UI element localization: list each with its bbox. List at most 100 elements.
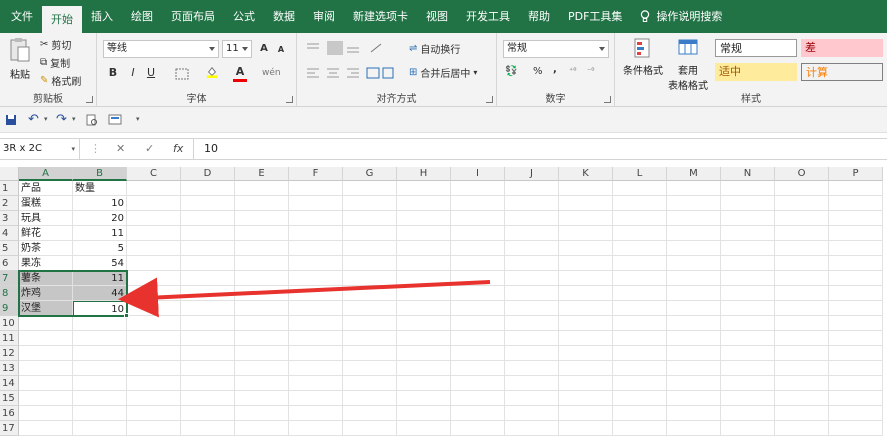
column-header-m[interactable]: M [667, 167, 721, 181]
cell-h13[interactable] [397, 361, 451, 376]
cell-d1[interactable] [181, 181, 235, 196]
cell-o11[interactable] [775, 331, 829, 346]
cell-l12[interactable] [613, 346, 667, 361]
cell-l11[interactable] [613, 331, 667, 346]
conditional-format-button[interactable]: 条件格式 [621, 37, 665, 77]
cell-e10[interactable] [235, 316, 289, 331]
cell-b7[interactable]: 11 [73, 271, 127, 286]
cell-p11[interactable] [829, 331, 883, 346]
row-header-9[interactable]: 9 [0, 301, 19, 316]
cell-g2[interactable] [343, 196, 397, 211]
percent-button[interactable]: % [533, 66, 543, 77]
cell-a17[interactable] [19, 421, 73, 436]
cell-k5[interactable] [559, 241, 613, 256]
row-header-17[interactable]: 17 [0, 421, 19, 436]
cell-i10[interactable] [451, 316, 505, 331]
cell-d15[interactable] [181, 391, 235, 406]
tab-view[interactable]: 视图 [417, 0, 457, 33]
cell-i6[interactable] [451, 256, 505, 271]
tab-formulas[interactable]: 公式 [224, 0, 264, 33]
border-icon[interactable] [175, 68, 189, 80]
cell-g7[interactable] [343, 271, 397, 286]
cell-e7[interactable] [235, 271, 289, 286]
cell-g11[interactable] [343, 331, 397, 346]
cell-k14[interactable] [559, 376, 613, 391]
row-header-10[interactable]: 10 [0, 316, 19, 331]
cell-k7[interactable] [559, 271, 613, 286]
tab-file[interactable]: 文件 [2, 0, 42, 33]
cell-n1[interactable] [721, 181, 775, 196]
cell-f16[interactable] [289, 406, 343, 421]
horizontal-align-icons[interactable] [305, 67, 395, 79]
cell-e4[interactable] [235, 226, 289, 241]
cell-j2[interactable] [505, 196, 559, 211]
cell-j4[interactable] [505, 226, 559, 241]
paste-button[interactable]: 粘贴 [6, 37, 34, 83]
font-color-button[interactable]: A [232, 64, 248, 82]
cell-a9[interactable]: 汉堡 [19, 301, 73, 316]
style-bad[interactable]: 差 [801, 39, 883, 57]
cell-h5[interactable] [397, 241, 451, 256]
undo-icon[interactable]: ↶ [28, 112, 39, 127]
cell-l14[interactable] [613, 376, 667, 391]
cell-g6[interactable] [343, 256, 397, 271]
cell-o8[interactable] [775, 286, 829, 301]
cell-o13[interactable] [775, 361, 829, 376]
cell-j10[interactable] [505, 316, 559, 331]
cell-b3[interactable]: 20 [73, 211, 127, 226]
cell-c12[interactable] [127, 346, 181, 361]
tab-data[interactable]: 数据 [264, 0, 304, 33]
cell-m16[interactable] [667, 406, 721, 421]
cell-p10[interactable] [829, 316, 883, 331]
cancel-icon[interactable]: ✕ [116, 139, 125, 159]
font-launcher-icon[interactable] [286, 96, 293, 103]
cell-j8[interactable] [505, 286, 559, 301]
cell-d2[interactable] [181, 196, 235, 211]
cell-j17[interactable] [505, 421, 559, 436]
cell-j12[interactable] [505, 346, 559, 361]
cell-l13[interactable] [613, 361, 667, 376]
cell-o9[interactable] [775, 301, 829, 316]
column-header-f[interactable]: F [289, 167, 343, 181]
tab-new[interactable]: 新建选项卡 [344, 0, 417, 33]
cell-f3[interactable] [289, 211, 343, 226]
cell-g15[interactable] [343, 391, 397, 406]
cell-m11[interactable] [667, 331, 721, 346]
cell-f9[interactable] [289, 301, 343, 316]
cell-d13[interactable] [181, 361, 235, 376]
cell-c9[interactable] [127, 301, 181, 316]
cell-k12[interactable] [559, 346, 613, 361]
cell-f4[interactable] [289, 226, 343, 241]
tab-home[interactable]: 开始 [42, 6, 82, 33]
wrap-text-button[interactable]: ⇌ 自动换行 [409, 41, 460, 56]
vertical-align-icons[interactable] [305, 41, 385, 55]
cell-k4[interactable] [559, 226, 613, 241]
column-header-g[interactable]: G [343, 167, 397, 181]
tab-insert[interactable]: 插入 [82, 0, 122, 33]
cell-o15[interactable] [775, 391, 829, 406]
cell-e14[interactable] [235, 376, 289, 391]
cell-i8[interactable] [451, 286, 505, 301]
cell-o3[interactable] [775, 211, 829, 226]
cell-f7[interactable] [289, 271, 343, 286]
style-normal[interactable]: 常规 [715, 39, 797, 57]
select-all-corner[interactable] [0, 167, 19, 181]
cell-k15[interactable] [559, 391, 613, 406]
row-header-12[interactable]: 12 [0, 346, 19, 361]
cell-j3[interactable] [505, 211, 559, 226]
cell-o6[interactable] [775, 256, 829, 271]
cell-m2[interactable] [667, 196, 721, 211]
row-header-3[interactable]: 3 [0, 211, 19, 226]
cell-g8[interactable] [343, 286, 397, 301]
cell-m5[interactable] [667, 241, 721, 256]
cell-i15[interactable] [451, 391, 505, 406]
cell-a10[interactable] [19, 316, 73, 331]
cell-a15[interactable] [19, 391, 73, 406]
column-header-l[interactable]: L [613, 167, 667, 181]
cell-c1[interactable] [127, 181, 181, 196]
cell-g10[interactable] [343, 316, 397, 331]
cell-j11[interactable] [505, 331, 559, 346]
cell-e17[interactable] [235, 421, 289, 436]
number-launcher-icon[interactable] [604, 96, 611, 103]
cell-l4[interactable] [613, 226, 667, 241]
